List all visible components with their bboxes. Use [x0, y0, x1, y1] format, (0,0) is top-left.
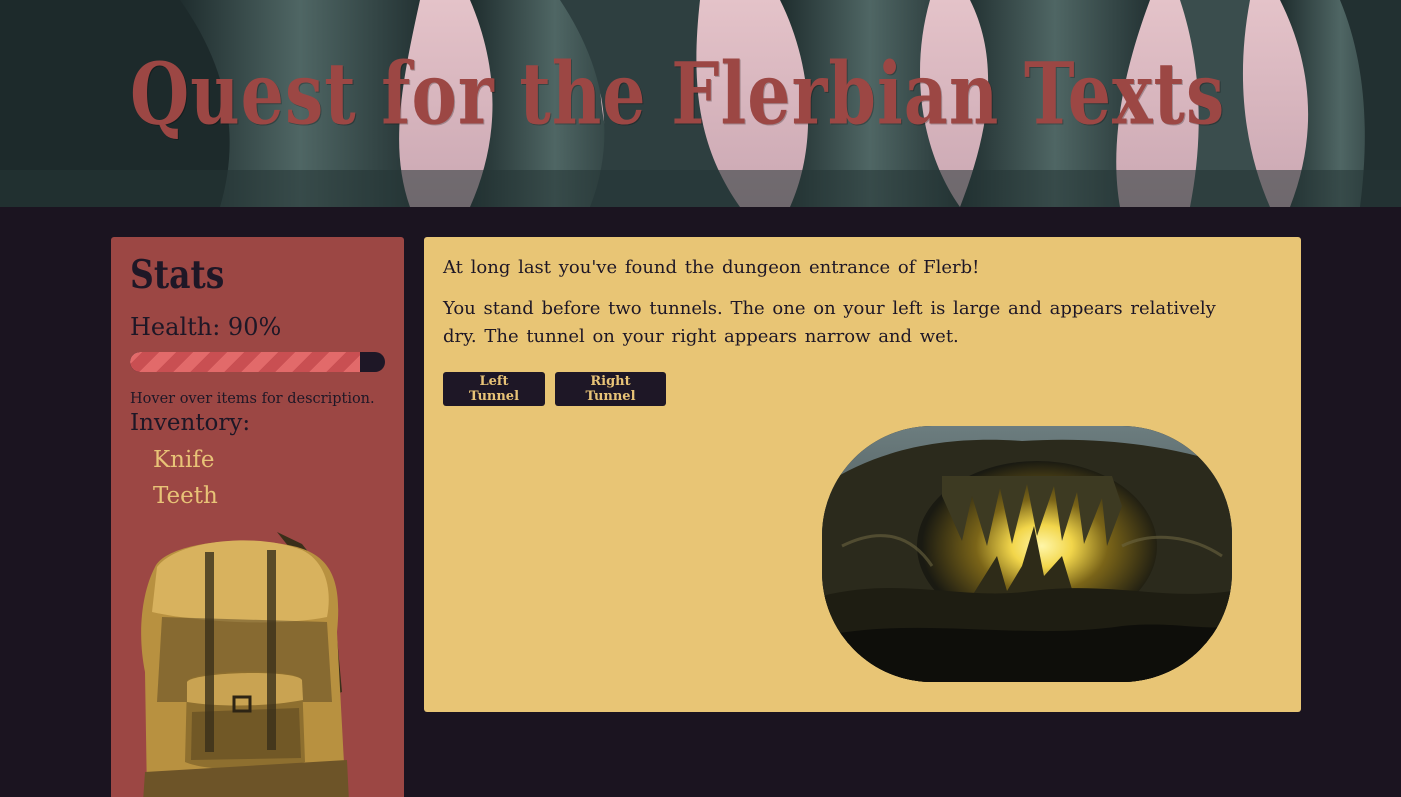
hover-hint: Hover over items for description.	[130, 391, 375, 407]
game-title: Quest for the Flerbian Texts	[130, 44, 1226, 145]
right-tunnel-button[interactable]: Right Tunnel	[555, 372, 666, 406]
story-body-text: You stand before two tunnels. The one on…	[443, 298, 1216, 347]
health-bar	[130, 352, 385, 372]
inventory-label: Inventory:	[130, 410, 251, 436]
stats-heading: Stats	[130, 251, 225, 298]
stats-panel: Stats Health: 90% Hover over items for d…	[111, 237, 404, 797]
health-label: Health: 90%	[130, 313, 282, 341]
left-tunnel-button[interactable]: Left Tunnel	[443, 372, 545, 406]
dungeon-entrance-image	[822, 426, 1232, 682]
header-banner: Quest for the Flerbian Texts	[0, 0, 1401, 207]
story-panel: At long last you've found the dungeon en…	[424, 237, 1301, 712]
inventory-list: Knife Teeth	[153, 442, 218, 514]
inventory-item-knife[interactable]: Knife	[153, 442, 218, 478]
health-bar-fill	[130, 352, 360, 372]
backpack-illustration	[141, 532, 349, 797]
inventory-item-teeth[interactable]: Teeth	[153, 478, 218, 514]
story-intro-text: At long last you've found the dungeon en…	[443, 257, 980, 278]
